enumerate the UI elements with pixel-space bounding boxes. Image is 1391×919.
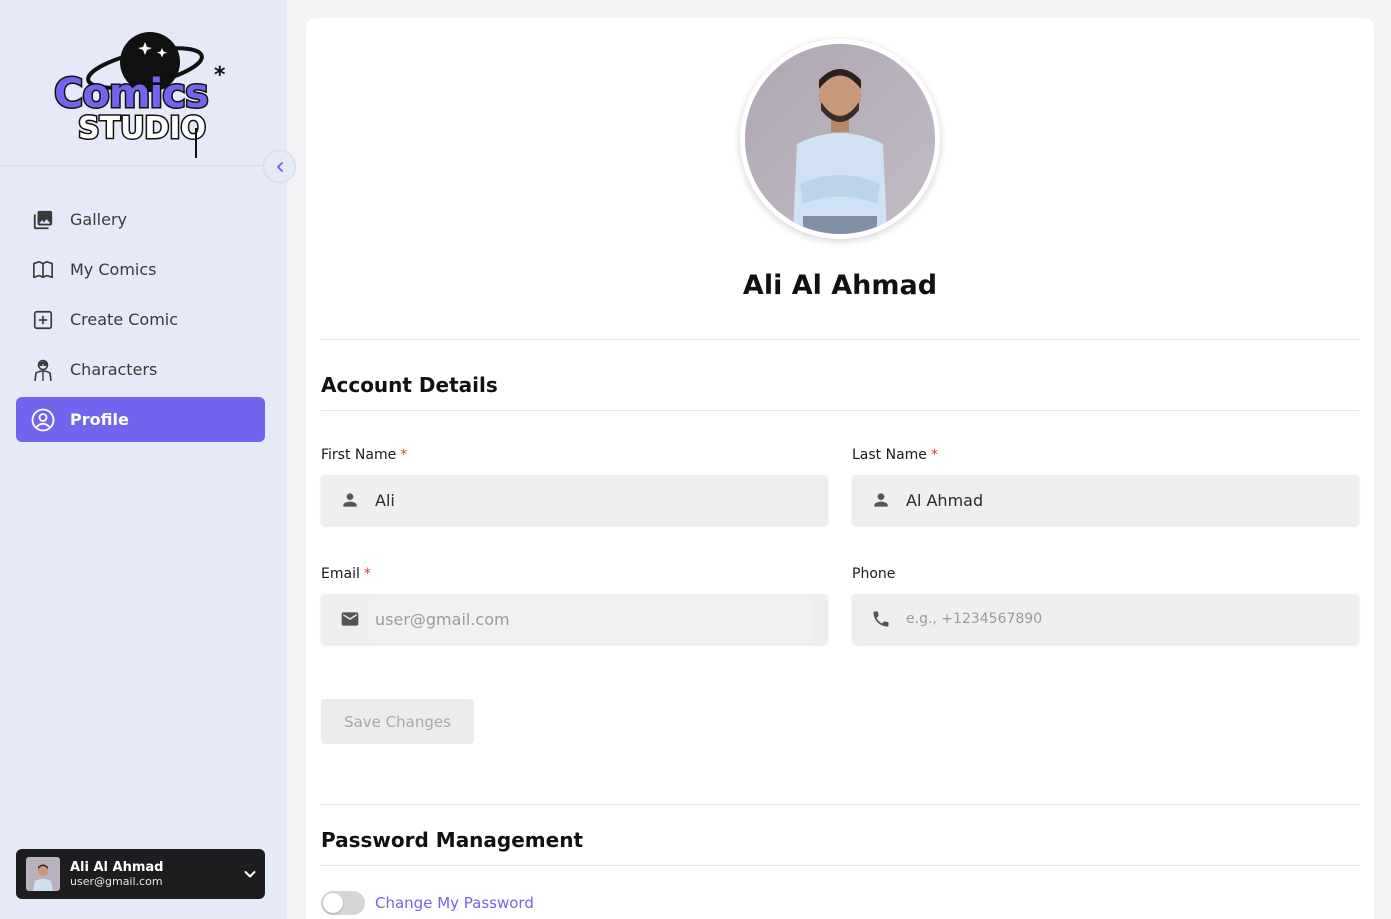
person-icon <box>339 489 361 511</box>
book-icon <box>31 258 55 282</box>
required-marker: * <box>930 447 938 463</box>
sidebar-item-label: My Comics <box>70 260 157 279</box>
email-label-text: Email <box>321 566 360 582</box>
sidebar-item-label: Create Comic <box>70 310 179 329</box>
last-name-field[interactable] <box>852 475 1359 525</box>
gallery-icon <box>31 208 55 232</box>
chevron-left-icon <box>276 161 283 172</box>
divider <box>321 339 1359 340</box>
phone-label: Phone <box>852 566 895 582</box>
sidebar-item-gallery[interactable]: Gallery <box>16 197 265 242</box>
chevron-down-icon[interactable] <box>235 867 265 881</box>
divider <box>321 865 1359 866</box>
account-circle-icon <box>31 408 55 432</box>
change-password-toggle-row[interactable]: Change My Password <box>321 891 534 915</box>
first-name-field[interactable] <box>321 475 828 525</box>
phone-field[interactable] <box>852 594 1359 644</box>
sidebar-item-create-comic[interactable]: Create Comic <box>16 297 265 342</box>
change-password-toggle[interactable] <box>321 891 365 915</box>
required-marker: * <box>363 566 371 582</box>
sidebar-item-my-comics[interactable]: My Comics <box>16 247 265 292</box>
phone-input[interactable] <box>906 611 1326 627</box>
sidebar-nav: Gallery My Comics Create Comic Character… <box>16 197 265 447</box>
user-menu[interactable]: Ali Al Ahmad user@gmail.com <box>16 849 265 899</box>
profile-photo <box>745 44 935 234</box>
email-label: Email * <box>321 566 371 582</box>
email-field[interactable] <box>321 594 828 644</box>
collapse-sidebar-button[interactable] <box>263 150 296 183</box>
sidebar-item-label: Profile <box>70 410 129 429</box>
svg-text:*: * <box>214 63 226 88</box>
user-email: user@gmail.com <box>70 874 163 888</box>
last-name-label-text: Last Name <box>852 447 927 463</box>
first-name-input[interactable] <box>375 490 795 510</box>
last-name-label: Last Name * <box>852 447 938 463</box>
svg-text:STUDIO: STUDIO <box>78 111 206 146</box>
sidebar-item-characters[interactable]: Characters <box>16 347 265 392</box>
sidebar-item-profile[interactable]: Profile <box>16 397 265 442</box>
add-box-icon <box>31 308 55 332</box>
save-changes-button[interactable]: Save Changes <box>321 699 474 744</box>
comics-studio-logo[interactable]: * Comics STUDIO <box>50 30 235 160</box>
person-icon <box>870 489 892 511</box>
first-name-label: First Name * <box>321 447 407 463</box>
divider <box>321 410 1359 411</box>
email-input[interactable] <box>375 609 795 629</box>
character-icon <box>31 358 55 382</box>
section-title-password-management: Password Management <box>321 828 584 852</box>
section-title-account-details: Account Details <box>321 373 498 397</box>
profile-avatar[interactable] <box>740 39 940 239</box>
sidebar-item-label: Gallery <box>70 210 127 229</box>
first-name-label-text: First Name <box>321 447 397 463</box>
sidebar: * Comics STUDIO Gallery My Comics Create… <box>0 0 296 919</box>
required-marker: * <box>400 447 408 463</box>
toggle-knob <box>323 893 343 913</box>
sidebar-item-label: Characters <box>70 360 158 379</box>
divider <box>321 804 1359 805</box>
profile-card: Ali Al Ahmad Account Details First Name *… <box>306 18 1374 919</box>
change-password-label[interactable]: Change My Password <box>375 894 534 912</box>
user-name: Ali Al Ahmad <box>70 859 164 875</box>
last-name-input[interactable] <box>906 490 1326 510</box>
email-input-wrapper <box>375 594 811 644</box>
mail-icon <box>339 608 361 630</box>
profile-name: Ali Al Ahmad <box>742 270 938 301</box>
phone-label-text: Phone <box>852 566 896 582</box>
logo-area: * Comics STUDIO <box>0 0 287 166</box>
phone-icon <box>870 608 892 630</box>
avatar <box>26 857 60 891</box>
